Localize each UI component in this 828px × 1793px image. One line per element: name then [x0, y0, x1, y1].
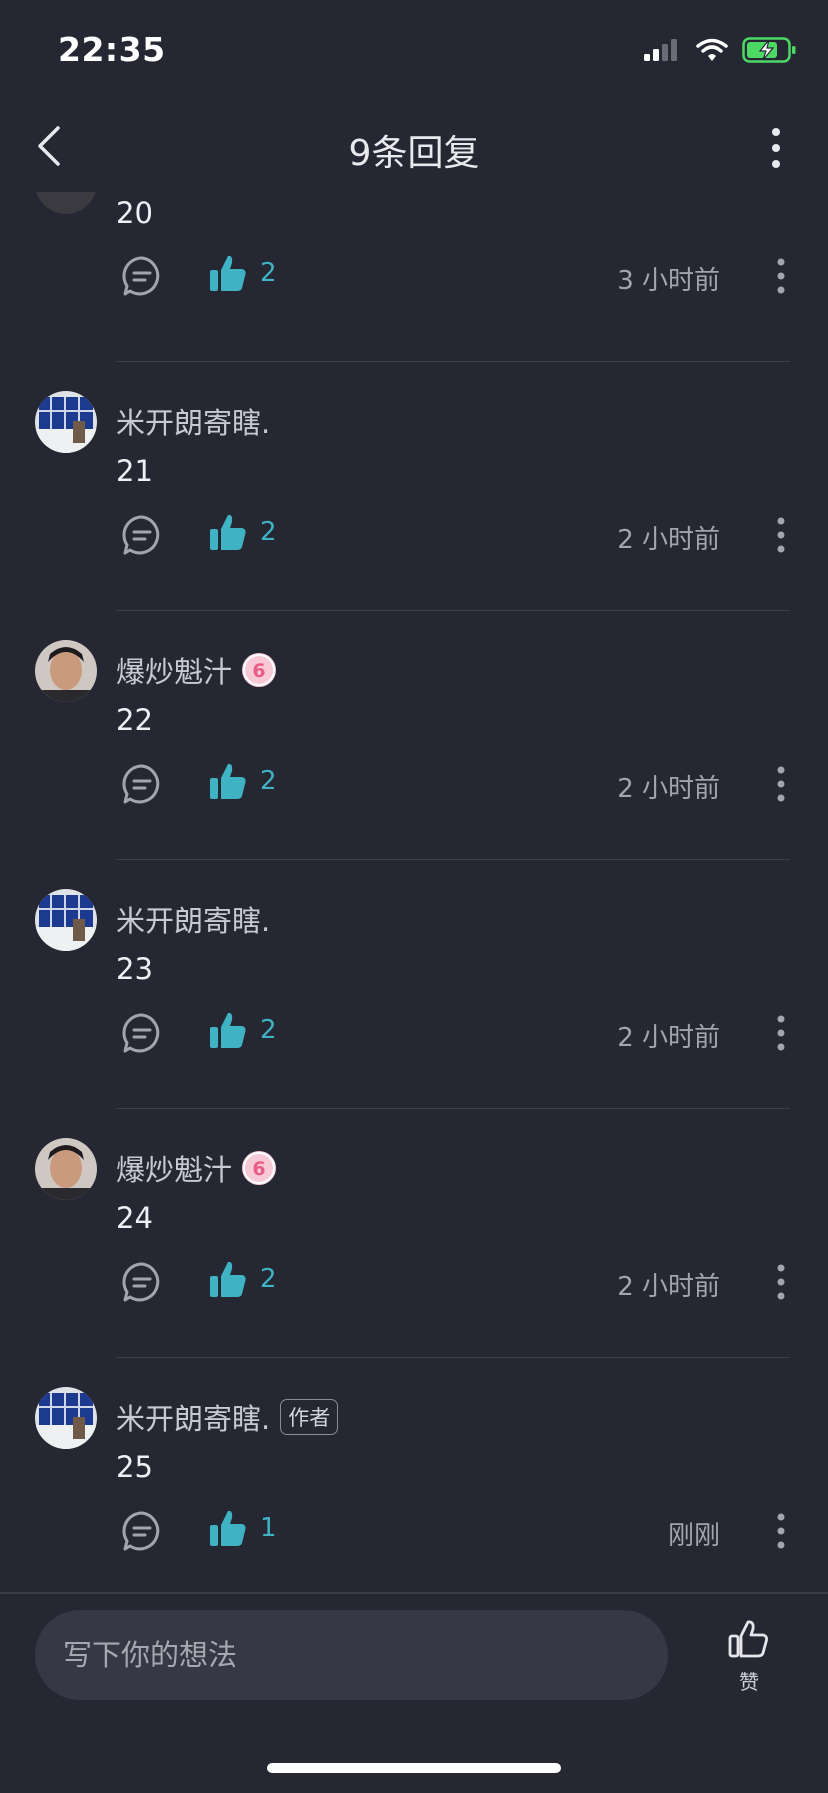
like-count: 2: [260, 1015, 277, 1045]
more-vertical-icon[interactable]: [776, 1511, 786, 1551]
reply-time: 刚刚: [667, 1521, 720, 1551]
comment-bubble-icon[interactable]: [121, 763, 163, 805]
like-button[interactable]: 2: [208, 761, 277, 801]
reply-actions: 1 刚刚: [0, 1506, 828, 1556]
comment-bubble-icon[interactable]: [121, 255, 163, 297]
like-button[interactable]: 2: [208, 253, 277, 293]
thumbs-up-icon: [210, 255, 246, 291]
avatar[interactable]: [35, 1138, 97, 1200]
like-button[interactable]: 1: [208, 1508, 277, 1548]
username[interactable]: 爆炒魁汁: [116, 649, 232, 691]
more-vertical-icon[interactable]: [776, 256, 786, 296]
nav-bar: 9条回复: [0, 100, 828, 192]
like-count: 2: [260, 766, 277, 796]
like-button[interactable]: 2: [208, 1259, 277, 1299]
avatar[interactable]: [35, 1387, 97, 1449]
reply-content: 20: [116, 196, 153, 230]
avatar[interactable]: [35, 192, 97, 214]
reply-content: 23: [116, 952, 153, 986]
username-row: 爆炒魁汁 6: [116, 1147, 277, 1189]
reply-item: 米开朗寄瞎. 21 2 2 小时前: [0, 362, 828, 611]
reply-item: 爆炒魁汁 6 24 2 2 小时前: [0, 1109, 828, 1358]
bottom-bar: 赞: [0, 1594, 828, 1793]
username-row: 米开朗寄瞎. 作者: [116, 1396, 339, 1438]
status-time: 22:35: [58, 30, 166, 69]
thumbs-up-icon: [210, 514, 246, 550]
avatar[interactable]: [35, 391, 97, 453]
comment-bubble-icon[interactable]: [121, 1012, 163, 1054]
reply-actions: 2 2 小时前: [0, 1008, 828, 1058]
username[interactable]: 爆炒魁汁: [116, 1147, 232, 1189]
battery-charging-icon: [742, 37, 796, 63]
reply-item: 爆炒魁汁 6 22 2 2 小时前: [0, 611, 828, 860]
bottom-like-button[interactable]: 赞: [725, 1618, 773, 1695]
reply-actions: 2 3 小时前: [0, 251, 828, 301]
username[interactable]: 米开朗寄瞎.: [116, 1396, 270, 1438]
level-badge: 6: [242, 653, 277, 687]
more-vertical-icon[interactable]: [776, 764, 786, 804]
reply-content: 25: [116, 1450, 153, 1484]
level-badge-number: 6: [252, 1158, 265, 1180]
reply-time: 3 小时前: [617, 266, 720, 296]
thumbs-up-icon: [210, 763, 246, 799]
reply-time: 2 小时前: [617, 1272, 720, 1302]
status-icons: [642, 36, 798, 64]
comment-bubble-icon[interactable]: [121, 514, 163, 556]
author-badge: 作者: [280, 1399, 339, 1435]
home-indicator: [267, 1763, 561, 1773]
cellular-signal-icon: [644, 39, 677, 61]
avatar[interactable]: [35, 640, 97, 702]
reply-content: 21: [116, 454, 153, 488]
reply-item: 米开朗寄瞎. 作者 25 1 刚刚: [0, 1358, 828, 1592]
page-title: 9条回复: [348, 133, 480, 174]
level-badge: 6: [242, 1151, 277, 1185]
more-vertical-icon[interactable]: [776, 515, 786, 555]
username-row: 米开朗寄瞎.: [116, 898, 270, 940]
level-badge-number: 6: [252, 660, 265, 682]
bottom-like-label: 赞: [739, 1670, 759, 1694]
reply-actions: 2 2 小时前: [0, 759, 828, 809]
reply-time: 2 小时前: [617, 525, 720, 555]
username-row: 爆炒魁汁 6: [116, 649, 277, 691]
thumbs-up-icon: [210, 1012, 246, 1048]
reply-content: 22: [116, 703, 153, 737]
thumbs-up-icon: [210, 1261, 246, 1297]
reply-actions: 2 2 小时前: [0, 1257, 828, 1307]
like-count: 1: [260, 1513, 277, 1543]
like-button[interactable]: 2: [208, 512, 277, 552]
comment-bubble-icon[interactable]: [121, 1261, 163, 1303]
more-vertical-icon[interactable]: [776, 1262, 786, 1302]
like-count: 2: [260, 258, 277, 288]
avatar[interactable]: [35, 889, 97, 951]
reply-list: 20 2 3 小时前 米开朗寄瞎. 21 2 2 小时前 爆炒魁汁 6 22 2…: [0, 192, 828, 1592]
comment-bubble-icon[interactable]: [121, 1510, 163, 1552]
username-row: 米开朗寄瞎.: [116, 400, 270, 442]
wifi-icon: [696, 38, 728, 61]
like-count: 2: [260, 1264, 277, 1294]
reply-content: 24: [116, 1201, 153, 1235]
reply-item: 20 2 3 小时前: [0, 192, 828, 362]
reply-actions: 2 2 小时前: [0, 510, 828, 560]
reply-time: 2 小时前: [617, 774, 720, 804]
more-vertical-icon[interactable]: [764, 124, 788, 172]
comment-input[interactable]: [35, 1610, 668, 1700]
like-button[interactable]: 2: [208, 1010, 277, 1050]
username[interactable]: 米开朗寄瞎.: [116, 400, 270, 442]
reply-item: 米开朗寄瞎. 23 2 2 小时前: [0, 860, 828, 1109]
status-bar: 22:35: [0, 0, 828, 100]
more-vertical-icon[interactable]: [776, 1013, 786, 1053]
thumbs-up-icon: [728, 1620, 768, 1658]
like-count: 2: [260, 517, 277, 547]
reply-time: 2 小时前: [617, 1023, 720, 1053]
username[interactable]: 米开朗寄瞎.: [116, 898, 270, 940]
thumbs-up-icon: [210, 1510, 246, 1546]
